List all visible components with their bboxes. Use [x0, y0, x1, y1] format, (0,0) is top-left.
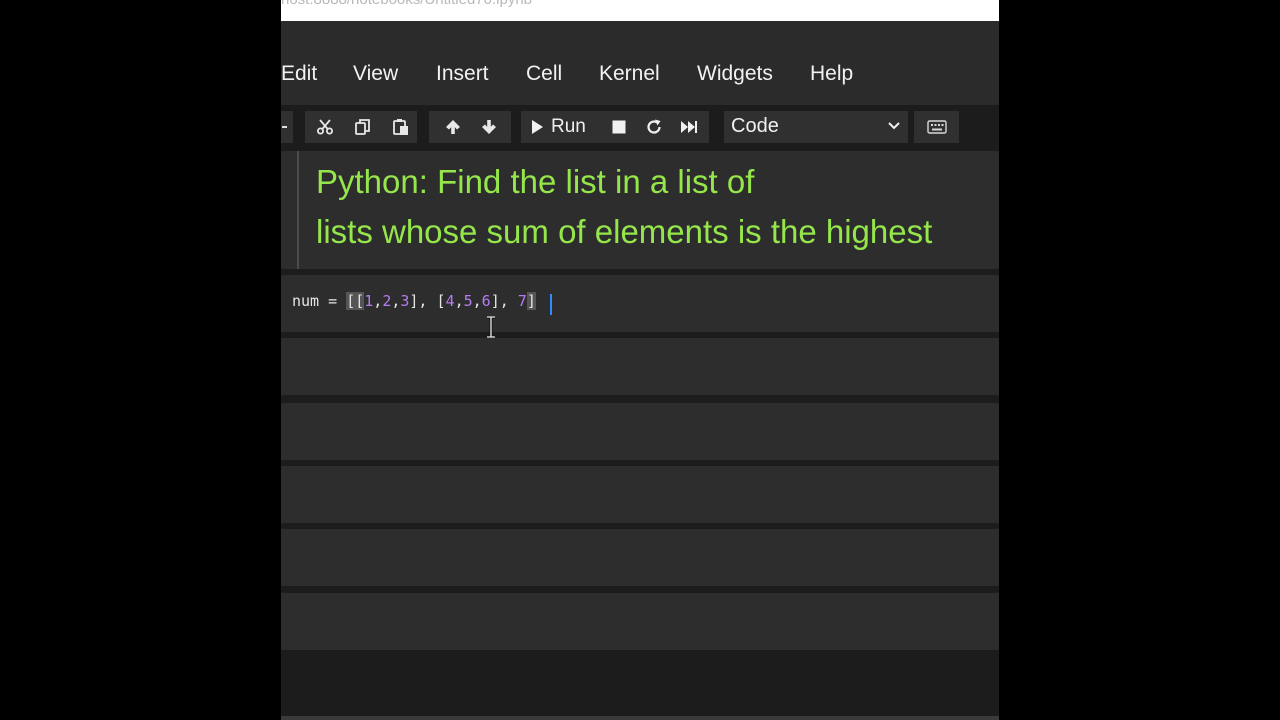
menu-help[interactable]: Help — [810, 62, 853, 86]
markdown-line-1: Python: Find the list in a list of — [316, 163, 755, 200]
code-number: 1 — [364, 292, 374, 310]
code-bracket-open: [[ — [346, 292, 365, 310]
chevron-down-icon — [888, 122, 900, 130]
code-number: 2 — [382, 292, 392, 310]
code-operator: = — [319, 292, 347, 310]
stop-icon — [612, 120, 626, 134]
run-button[interactable]: Run — [529, 111, 593, 143]
run-label: Run — [551, 116, 586, 137]
code-variable: num — [292, 292, 320, 310]
move-down-button[interactable] — [475, 111, 503, 143]
code-comma: , — [373, 292, 383, 310]
ibeam-cursor-icon — [487, 316, 495, 338]
empty-cell[interactable] — [281, 593, 999, 650]
code-cell[interactable]: num = [[1,2,3], [4,5,6], 7] — [281, 275, 999, 332]
command-palette-button[interactable] — [914, 111, 959, 143]
paste-button[interactable] — [387, 111, 415, 143]
empty-cell[interactable] — [281, 529, 999, 586]
move-up-button[interactable] — [439, 111, 467, 143]
copy-icon — [355, 119, 370, 135]
run-all-button[interactable] — [675, 111, 703, 143]
toolbar-group-move — [429, 111, 511, 143]
menu-widgets[interactable]: Widgets — [697, 62, 773, 86]
text-cursor — [550, 294, 552, 315]
save-icon-fragment — [282, 126, 287, 128]
empty-cell[interactable] — [281, 466, 999, 523]
notebook-area: Python: Find the list in a list of lists… — [281, 148, 999, 720]
toolbar-group-edit — [305, 111, 417, 143]
menu-bar: Edit View Insert Cell Kernel Widgets Hel… — [281, 21, 999, 105]
cell-type-value: Code — [731, 115, 779, 137]
code-editor-line[interactable]: num = [[1,2,3], [4,5,6], 7] — [292, 292, 536, 310]
paste-icon — [393, 119, 408, 135]
restart-button[interactable] — [640, 111, 668, 143]
code-number: 4 — [445, 292, 455, 310]
save-button[interactable] — [281, 111, 289, 143]
arrow-up-icon — [446, 120, 460, 134]
code-separator: ], [ — [409, 292, 446, 310]
code-number: 7 — [517, 292, 527, 310]
play-icon — [532, 120, 543, 134]
scissors-icon — [317, 119, 333, 135]
fast-forward-icon — [681, 121, 697, 133]
code-comma: , — [454, 292, 464, 310]
toolbar-group-run: Run — [521, 111, 709, 143]
url-text: host:8888/notebooks/Untitled70.ipynb — [281, 0, 532, 8]
keyboard-icon — [926, 120, 947, 134]
markdown-line-2: lists whose sum of elements is the highe… — [316, 213, 933, 250]
code-separator: ], — [490, 292, 518, 310]
toolbar: Run Code — [281, 105, 999, 148]
address-bar[interactable]: host:8888/notebooks/Untitled70.ipynb — [281, 0, 999, 21]
interrupt-button[interactable] — [605, 111, 633, 143]
menu-cell[interactable]: Cell — [526, 62, 562, 86]
cell-prompt-bar — [297, 151, 299, 269]
code-number: 5 — [463, 292, 473, 310]
copy-button[interactable] — [349, 111, 377, 143]
code-comma: , — [472, 292, 482, 310]
menu-edit[interactable]: Edit — [281, 62, 317, 86]
toolbar-group-save — [281, 111, 293, 143]
empty-cell[interactable] — [281, 403, 999, 460]
menu-view[interactable]: View — [353, 62, 398, 86]
code-number: 6 — [481, 292, 491, 310]
notebook-window: host:8888/notebooks/Untitled70.ipynb Edi… — [281, 0, 999, 720]
cut-button[interactable] — [311, 111, 339, 143]
markdown-cell[interactable]: Python: Find the list in a list of lists… — [281, 151, 999, 269]
empty-cell[interactable] — [281, 338, 999, 395]
code-bracket-close: ] — [526, 292, 536, 310]
cell-type-select[interactable]: Code — [724, 111, 908, 143]
restart-icon — [647, 119, 661, 134]
arrow-down-icon — [482, 120, 496, 134]
notebook-bottom-edge — [281, 716, 999, 720]
menu-kernel[interactable]: Kernel — [599, 62, 660, 86]
menu-insert[interactable]: Insert — [436, 62, 489, 86]
